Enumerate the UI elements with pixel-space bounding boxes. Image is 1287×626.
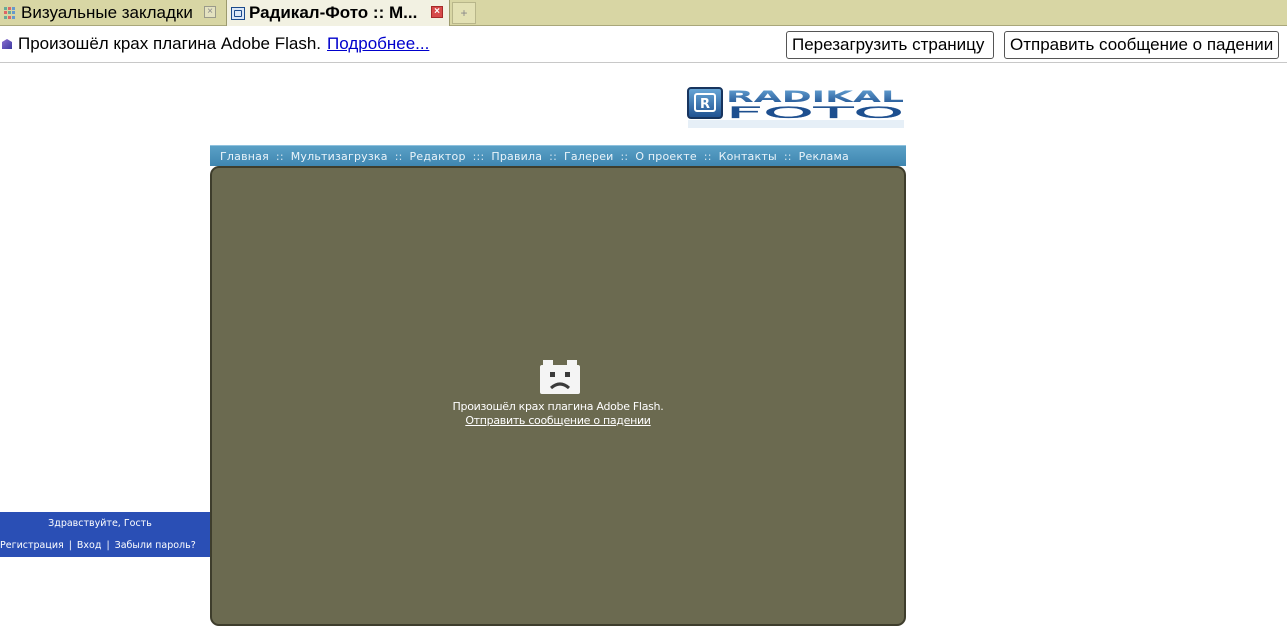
register-link[interactable]: Регистрация: [0, 540, 64, 551]
plugin-icon: [2, 39, 12, 49]
reload-page-button[interactable]: Перезагрузить страницу: [786, 31, 994, 59]
login-links: Регистрация | Вход | Забыли пароль?: [0, 540, 196, 551]
nav-rules[interactable]: Правила: [491, 150, 542, 163]
close-tab-icon[interactable]: ×: [204, 6, 216, 18]
link-separator: |: [106, 540, 110, 551]
login-box: Здравствуйте, Гость Регистрация | Вход | Заб…: [0, 512, 210, 557]
nav-ads[interactable]: Реклама: [799, 150, 849, 163]
plugin-crash-report: Отправить сообщение о падении: [212, 414, 904, 427]
link-separator: |: [68, 540, 72, 551]
nav-separator: ::: [394, 149, 403, 163]
nav-separator: ::: [275, 149, 284, 163]
nav-home[interactable]: Главная: [220, 150, 269, 163]
tab-radikal-foto[interactable]: Радикал-Фото :: М... ×: [226, 0, 450, 26]
radikal-favicon-icon: [231, 6, 245, 20]
nav-about[interactable]: О проекте: [635, 150, 696, 163]
nav-editor[interactable]: Редактор: [410, 150, 466, 163]
details-link[interactable]: Подробнее...: [327, 34, 429, 53]
logo-mark: R: [700, 97, 710, 112]
nav-separator: ::: [783, 149, 792, 163]
tab-title: Визуальные закладки: [21, 3, 193, 22]
send-crash-report-button[interactable]: Отправить сообщение о падении: [1004, 31, 1279, 59]
login-link[interactable]: Вход: [77, 540, 102, 551]
nav-galleries[interactable]: Галереи: [564, 150, 614, 163]
plugin-crash-message: Произошёл крах плагина Adobe Flash.: [452, 400, 664, 413]
new-tab-button[interactable]: +: [452, 2, 476, 24]
nav-separator: ::: [549, 149, 557, 163]
tab-visual-bookmarks[interactable]: Визуальные закладки ×: [0, 0, 222, 26]
tab-strip: Визуальные закладки × Радикал-Фото :: М.…: [0, 0, 1287, 26]
greeting-text: Здравствуйте, Гость: [48, 518, 152, 529]
forgot-password-link[interactable]: Забыли пароль?: [115, 540, 196, 551]
infobar-text: Произошёл крах плагина Adobe Flash.: [18, 34, 322, 53]
sad-plugin-icon: [540, 360, 580, 394]
tab-title: Радикал-Фото :: М...: [249, 3, 418, 22]
send-crash-report-link[interactable]: Отправить сообщение о падении: [465, 414, 651, 427]
site-nav: Главная :: Мультизагрузка :: Редактор ::…: [210, 145, 906, 166]
flash-plugin-area: Произошёл крах плагина Adobe Flash. Отпр…: [210, 166, 906, 626]
close-tab-icon[interactable]: ×: [431, 6, 443, 18]
logo-bottom-text: FOTO: [726, 103, 904, 122]
nav-separator: ::: [620, 149, 629, 163]
nav-separator: :::: [472, 149, 485, 163]
nav-multiupload[interactable]: Мультизагрузка: [291, 150, 388, 163]
radikal-foto-logo[interactable]: R RADIKAL FOTO: [686, 84, 906, 130]
bookmarks-grid-icon: [4, 6, 17, 20]
plugin-crash-infobar: Произошёл крах плагина Adobe Flash. Подро…: [0, 27, 1287, 63]
nav-contacts[interactable]: Контакты: [719, 150, 777, 163]
infobar-message: Произошёл крах плагина Adobe Flash. Подро…: [18, 34, 429, 54]
nav-separator: ::: [703, 149, 712, 163]
